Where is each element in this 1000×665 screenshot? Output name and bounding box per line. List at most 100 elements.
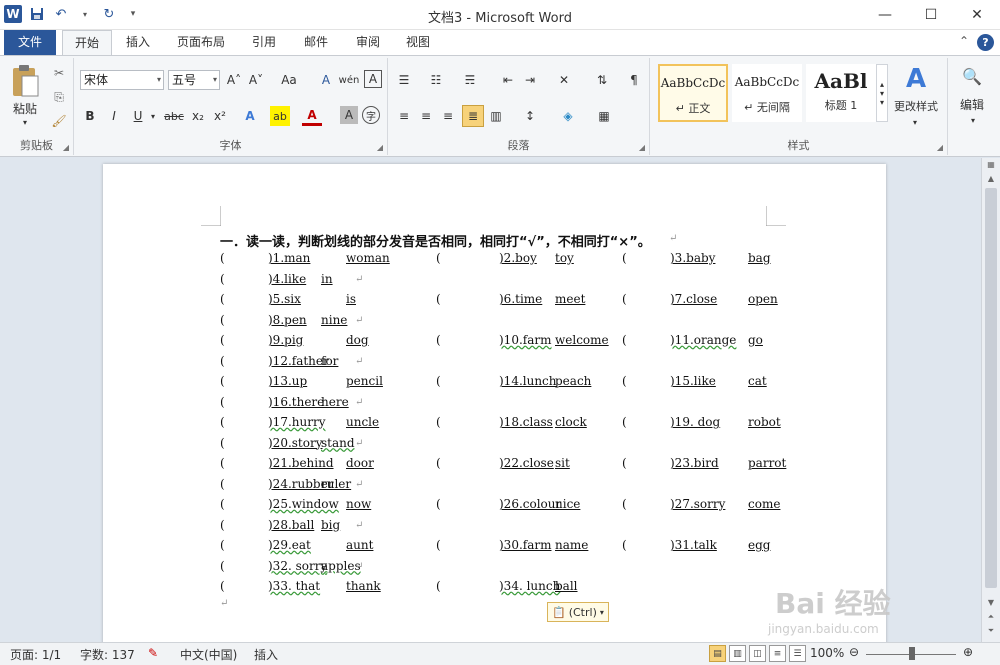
paste-icon[interactable] [8,62,42,102]
font-name-combo[interactable]: 宋体 ▾ [80,70,164,90]
increase-indent-icon[interactable]: ⇥ [520,70,540,90]
strikethrough-icon[interactable]: abc [162,106,186,126]
editing-dropdown-icon[interactable]: ▾ [966,114,980,126]
tab-references[interactable]: 引用 [244,30,284,55]
vertical-scrollbar[interactable]: ▦ ▲ ▼ ⏶ ⏷ [981,158,1000,642]
page-count[interactable]: 页面: 1/1 [10,646,61,663]
align-left-icon[interactable]: ≡ [394,106,414,126]
chevron-down-icon[interactable]: ▾ [157,71,161,89]
tab-view[interactable]: 视图 [398,30,438,55]
bold-icon[interactable]: B [80,106,100,126]
justify-icon[interactable]: ≣ [462,105,484,127]
exercise-line: ()16.there here ↵ [103,395,886,415]
change-styles-label[interactable]: 更改样式 [888,98,944,114]
next-page-icon[interactable]: ⏷ [982,626,1000,640]
zoom-slider-thumb[interactable] [909,647,915,660]
tab-page-layout[interactable]: 页面布局 [170,30,232,55]
enclose-characters-icon[interactable]: 字 [362,106,380,124]
style-no-spacing[interactable]: AaBbCcDc ↵ 无间隔 [732,64,802,122]
chevron-down-icon[interactable]: ▾ [213,71,217,89]
tab-home[interactable]: 开始 [62,30,112,56]
copy-icon[interactable]: ⎘ [50,88,68,106]
styles-scroll-icon[interactable]: ▴ ▾ ▾ [876,64,888,122]
character-shading-icon[interactable]: A [340,106,358,124]
outline-view-icon[interactable]: ≡ [769,645,786,662]
editing-label[interactable]: 编辑 [952,96,992,112]
format-painter-icon[interactable]: 🖌 [50,112,68,130]
scroll-down-icon[interactable]: ▼ [982,598,1000,612]
document-area: 一．读一读，判断划线的部分发音是否相同，相同打“√”，不相同打“×”。 ↵ ()… [0,158,981,642]
help-icon[interactable]: ? [977,34,994,51]
print-layout-view-icon[interactable]: ▤ [709,645,726,662]
style-heading-1[interactable]: AaBl 标题 1 [806,64,876,122]
line-spacing-icon[interactable]: ↕ [520,106,540,126]
change-styles-icon[interactable]: A [894,62,938,96]
align-center-icon[interactable]: ≡ [416,106,436,126]
underline-dropdown-icon[interactable]: ▾ [148,106,158,126]
scroll-up-icon[interactable]: ▲ [982,174,1000,188]
insert-mode[interactable]: 插入 [254,646,278,663]
find-icon[interactable]: 🔍 [958,62,986,90]
underline-icon[interactable]: U [128,106,148,126]
font-size-combo[interactable]: 五号 ▾ [168,70,220,90]
document-page[interactable]: 一．读一读，判断划线的部分发音是否相同，相同打“√”，不相同打“×”。 ↵ ()… [103,164,886,642]
tab-review[interactable]: 审阅 [348,30,388,55]
answer-bracket: ( [622,415,627,429]
font-launcher-icon[interactable]: ◢ [377,143,383,152]
text-effects-icon[interactable]: A [240,106,260,126]
close-button[interactable]: ✕ [954,0,1000,30]
exercise-line: ()32. sorry apples ↵ [103,559,886,579]
change-case-icon[interactable]: Aa [276,70,302,90]
style-normal[interactable]: AaBbCcDc ↵ 正文 [658,64,728,122]
proofing-icon[interactable]: ✎ [148,646,158,660]
grow-font-icon[interactable]: A˄ [224,70,244,90]
ruler-toggle-icon[interactable]: ▦ [982,160,1000,174]
paste-options-button[interactable]: 📋 (Ctrl) ▾ [547,602,609,622]
word: come [748,497,781,511]
highlight-icon[interactable]: ab [270,106,290,126]
superscript-icon[interactable]: x² [210,106,230,126]
font-color-icon[interactable]: A [302,106,322,126]
paragraph-launcher-icon[interactable]: ◢ [639,143,645,152]
align-right-icon[interactable]: ≡ [438,106,458,126]
tab-mailings[interactable]: 邮件 [296,30,336,55]
draft-view-icon[interactable]: ☰ [789,645,806,662]
shrink-font-icon[interactable]: A˅ [246,70,266,90]
subscript-icon[interactable]: x₂ [188,106,208,126]
character-border-icon[interactable]: A [364,70,382,88]
collapse-ribbon-icon[interactable]: ⌃ [959,34,969,51]
cut-icon[interactable]: ✂ [50,64,68,82]
shading-icon[interactable]: ◈ [558,106,578,126]
word: )3.baby [670,251,716,265]
multilevel-list-icon[interactable]: ☴ [460,70,480,90]
paste-label[interactable]: 粘贴 [6,100,44,116]
clipboard-launcher-icon[interactable]: ◢ [63,143,69,152]
borders-icon[interactable]: ▦ [594,106,614,126]
distributed-icon[interactable]: ▥ [486,106,506,126]
zoom-out-icon[interactable]: ⊖ [849,645,859,659]
zoom-in-icon[interactable]: ⊕ [963,645,973,659]
sort-icon[interactable]: ⇅ [592,70,612,90]
decrease-indent-icon[interactable]: ⇤ [498,70,518,90]
full-screen-reading-icon[interactable]: ▥ [729,645,746,662]
numbering-icon[interactable]: ☷ [426,70,446,90]
paste-dropdown-icon[interactable]: ▾ [18,116,32,128]
bullets-icon[interactable]: ☰ [394,70,414,90]
zoom-level[interactable]: 100% [810,646,844,660]
scroll-thumb[interactable] [985,188,997,588]
clear-formatting-icon[interactable]: A [316,70,336,90]
styles-launcher-icon[interactable]: ◢ [937,143,943,152]
italic-icon[interactable]: I [104,106,124,126]
web-layout-icon[interactable]: ◫ [749,645,766,662]
tab-insert[interactable]: 插入 [118,30,158,55]
maximize-button[interactable]: ☐ [908,0,954,30]
minimize-button[interactable]: — [862,0,908,30]
change-styles-dropdown-icon[interactable]: ▾ [908,116,922,128]
chinese-layout-icon[interactable]: ✕ [554,70,574,90]
show-marks-icon[interactable]: ¶ [624,70,644,90]
word-count[interactable]: 字数: 137 [80,646,135,663]
tab-file[interactable]: 文件 [4,30,56,55]
previous-page-icon[interactable]: ⏶ [982,612,1000,626]
phonetic-guide-icon[interactable]: wén [338,70,360,90]
language[interactable]: 中文(中国) [180,646,237,663]
